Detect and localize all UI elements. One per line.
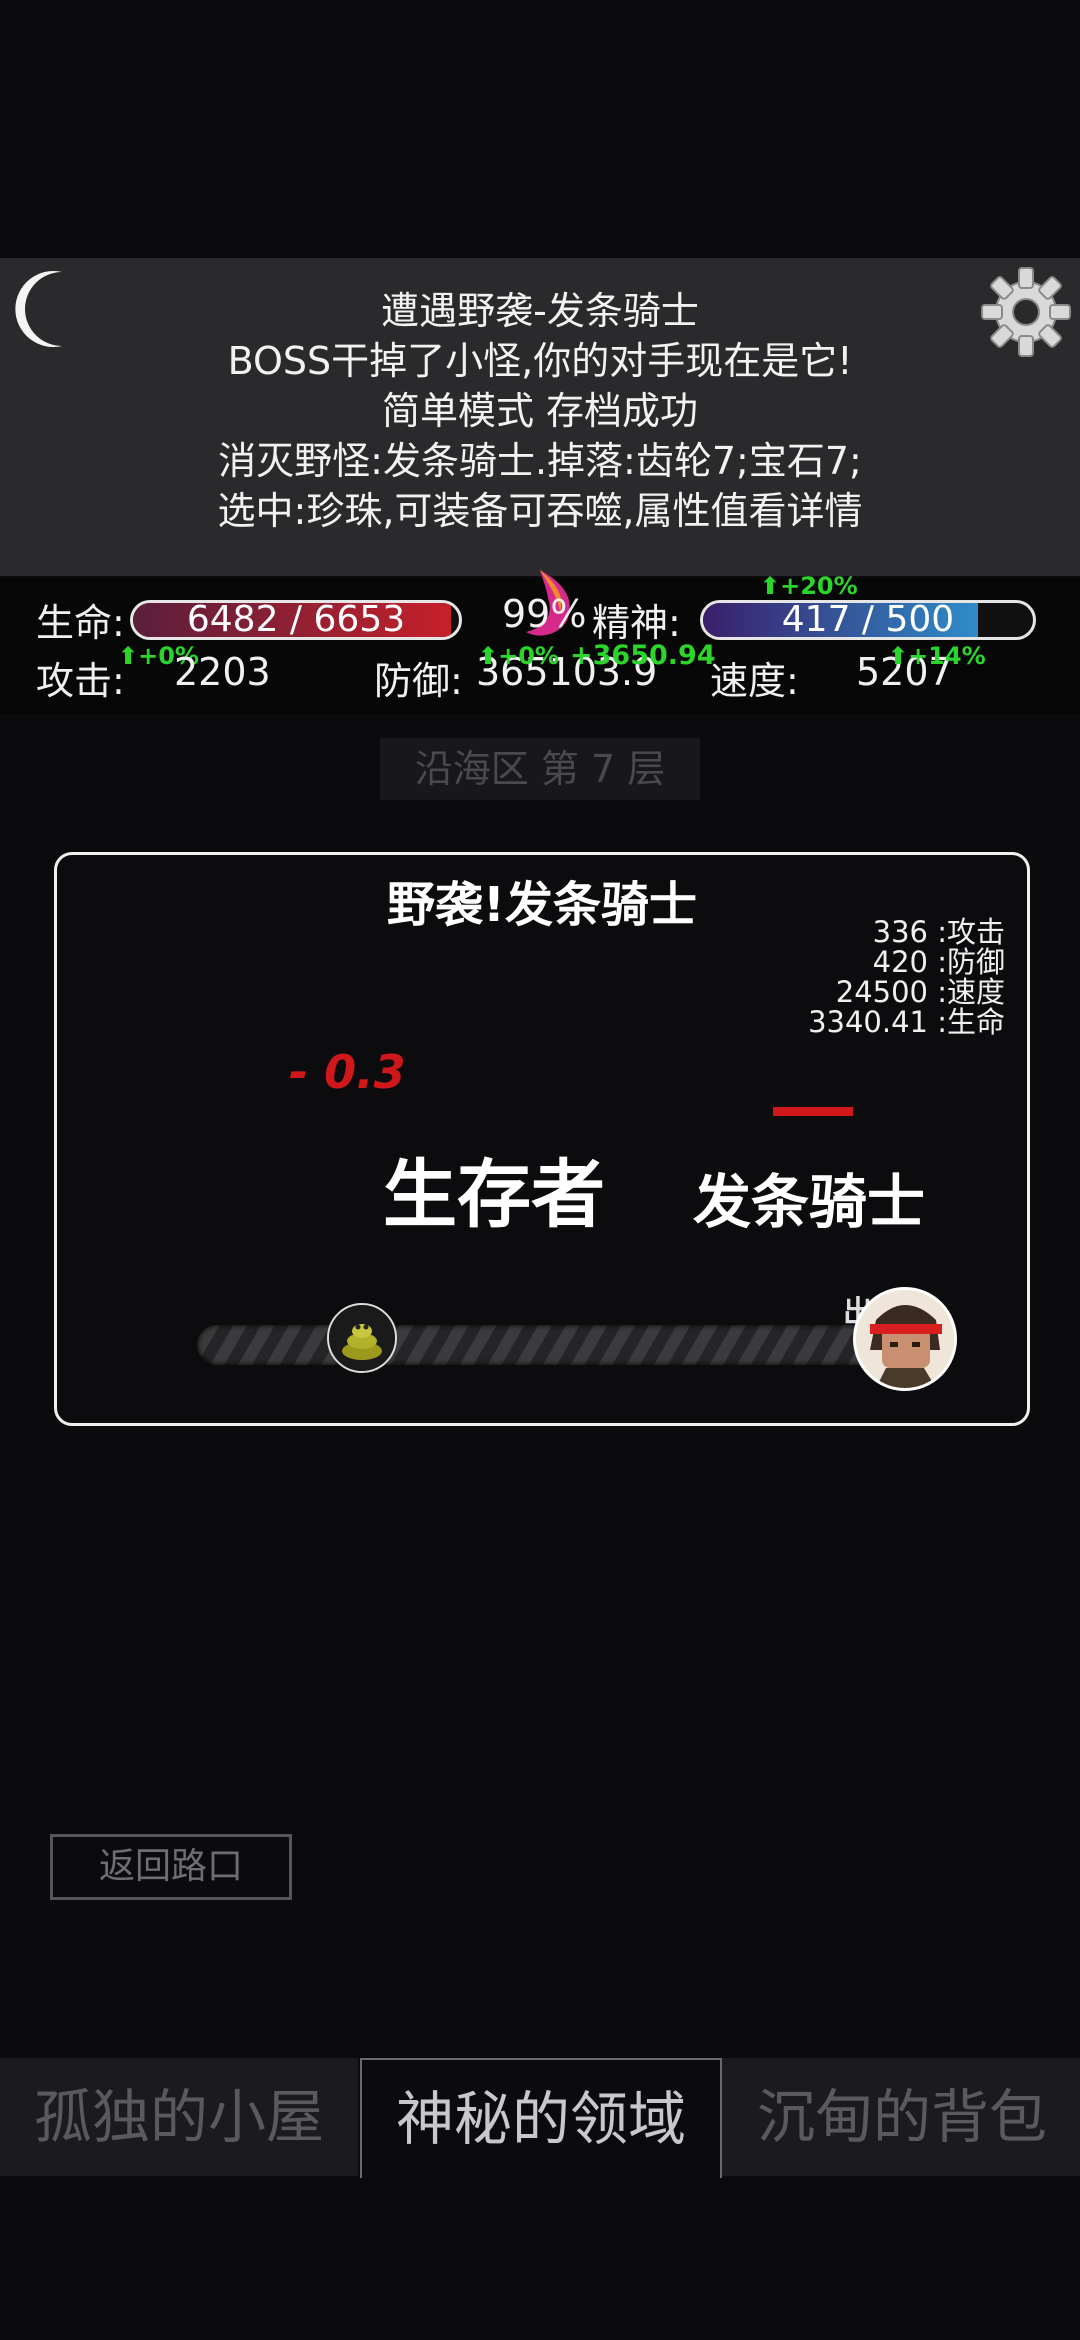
area-label: 沿海区 第 7 层	[380, 738, 700, 800]
enemy-attack: 336 :攻击	[872, 915, 1005, 949]
enemy-hp: 3340.41 :生命	[808, 1005, 1005, 1039]
tab-domain[interactable]: 神秘的领域	[360, 2058, 722, 2178]
hp-value: 6482 / 6653	[186, 600, 406, 640]
log-line: 消灭野怪:发条骑士.掉落:齿轮7;宝石7;	[218, 439, 862, 483]
return-button[interactable]: 返回路口	[50, 1834, 292, 1900]
speed-bonus: ⬆+14%	[888, 642, 986, 670]
tab-backpack[interactable]: 沉甸的背包	[720, 2058, 1080, 2176]
speed-bonus-text: +14%	[908, 642, 986, 670]
defense-gain: +3650.94	[570, 640, 716, 671]
log-line: BOSS干掉了小怪,你的对手现在是它!	[227, 339, 853, 383]
enemy-defense: 420 :防御	[872, 945, 1005, 979]
player-stats: 生命: 6482 / 6653 99% 精神: 417 / 500 ⬆+20% …	[0, 570, 1080, 714]
attack-label: 攻击:	[36, 659, 125, 703]
defense-bonus: ⬆+0%	[478, 642, 559, 670]
spirit-bar: 417 / 500	[700, 600, 1036, 640]
moon-icon[interactable]	[10, 268, 82, 350]
player-avatar-icon	[853, 1287, 957, 1391]
log-line: 选中:珍珠,可装备可吞噬,属性值看详情	[217, 489, 863, 533]
spirit-bonus: ⬆+20%	[760, 572, 858, 600]
log-line: 遭遇野袭-发条骑士	[381, 289, 699, 333]
spirit-label: 精神:	[592, 601, 681, 645]
action-track	[197, 1325, 917, 1365]
spirit-bonus-text: +20%	[780, 572, 858, 600]
speed-label: 速度:	[710, 659, 799, 703]
enemy-speed: 24500 :速度	[835, 975, 1005, 1009]
player-name: 生存者	[383, 1152, 605, 1238]
hp-bar: 6482 / 6653	[130, 600, 462, 640]
defense-label: 防御:	[374, 659, 463, 703]
log-panel: 遭遇野袭-发条骑士 BOSS干掉了小怪,你的对手现在是它! 简单模式 存档成功 …	[0, 258, 1080, 576]
defense-bonus-text: +0%	[498, 642, 559, 670]
hp-label: 生命:	[36, 601, 125, 645]
battle-panel: 野袭!发条骑士 336 :攻击 420 :防御 24500 :速度 3340.4…	[54, 852, 1030, 1426]
log-line: 简单模式 存档成功	[381, 389, 699, 433]
enemy-name: 发条骑士	[693, 1168, 926, 1236]
damage-number: - 0.3	[289, 1045, 406, 1099]
enemy-token-icon	[327, 1303, 397, 1373]
settings-gear-icon[interactable]	[976, 262, 1076, 362]
spirit-value: 417 / 500	[781, 600, 955, 640]
enemy-hp-bar	[773, 1107, 853, 1116]
tab-cabin[interactable]: 孤独的小屋	[0, 2058, 358, 2176]
attack-value: 2203	[174, 650, 271, 694]
center-percent: 99%	[502, 592, 587, 636]
